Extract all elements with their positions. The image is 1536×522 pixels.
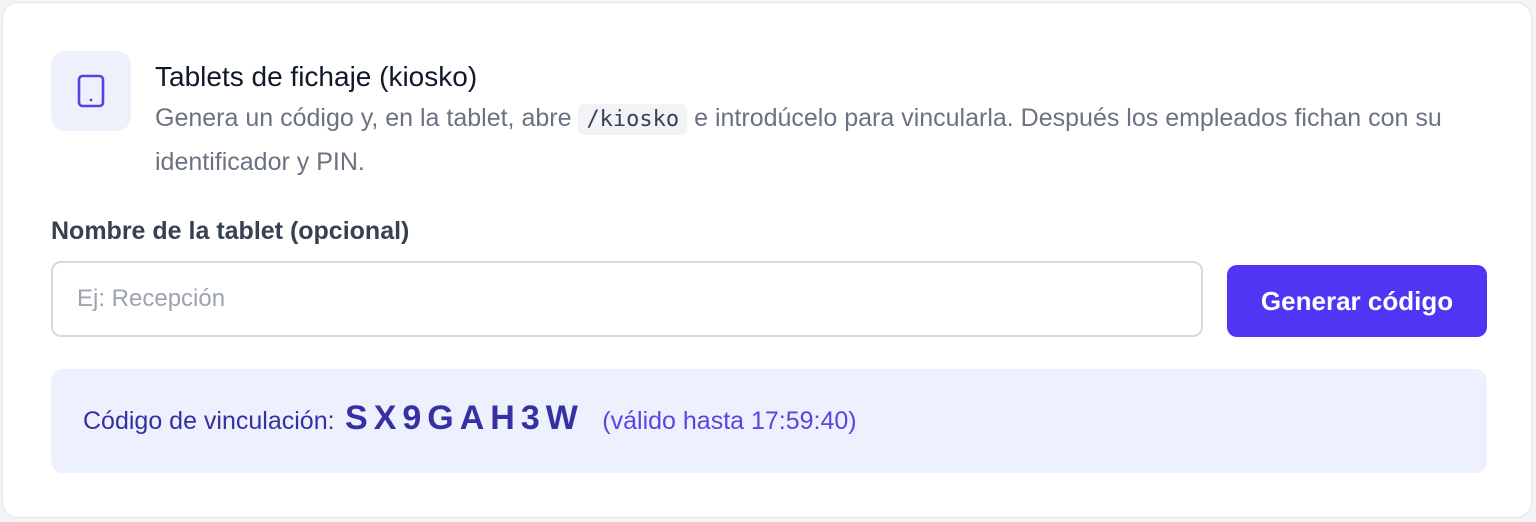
kiosk-tablets-card: Tablets de fichaje (kiosko) Genera un có… [2,2,1532,518]
tablet-icon-container [51,51,131,131]
description-text-before: Genera un código y, en la tablet, abre [155,104,572,132]
card-description: Genera un código y, en la tablet, abre /… [155,97,1455,183]
pairing-code-label: Código de vinculación: [83,407,335,435]
kiosk-path-code: /kiosko [578,104,688,135]
tablet-name-label: Nombre de la tablet (opcional) [51,217,410,245]
pairing-code-value: SX9GAH3W [345,399,584,437]
tablet-name-input[interactable] [51,261,1203,337]
card-title: Tablets de fichaje (kiosko) [155,61,478,92]
generate-code-button[interactable]: Generar código [1227,265,1487,337]
tablet-icon [77,74,105,108]
header-text: Tablets de fichaje (kiosko) Genera un có… [155,57,1483,183]
pairing-code-result: Código de vinculación: SX9GAH3W (válido … [51,369,1487,473]
pairing-code-line: Código de vinculación: SX9GAH3W (válido … [83,399,857,438]
card-header: Tablets de fichaje (kiosko) Genera un có… [51,51,1483,191]
pairing-code-validity: (válido hasta 17:59:40) [602,407,857,435]
